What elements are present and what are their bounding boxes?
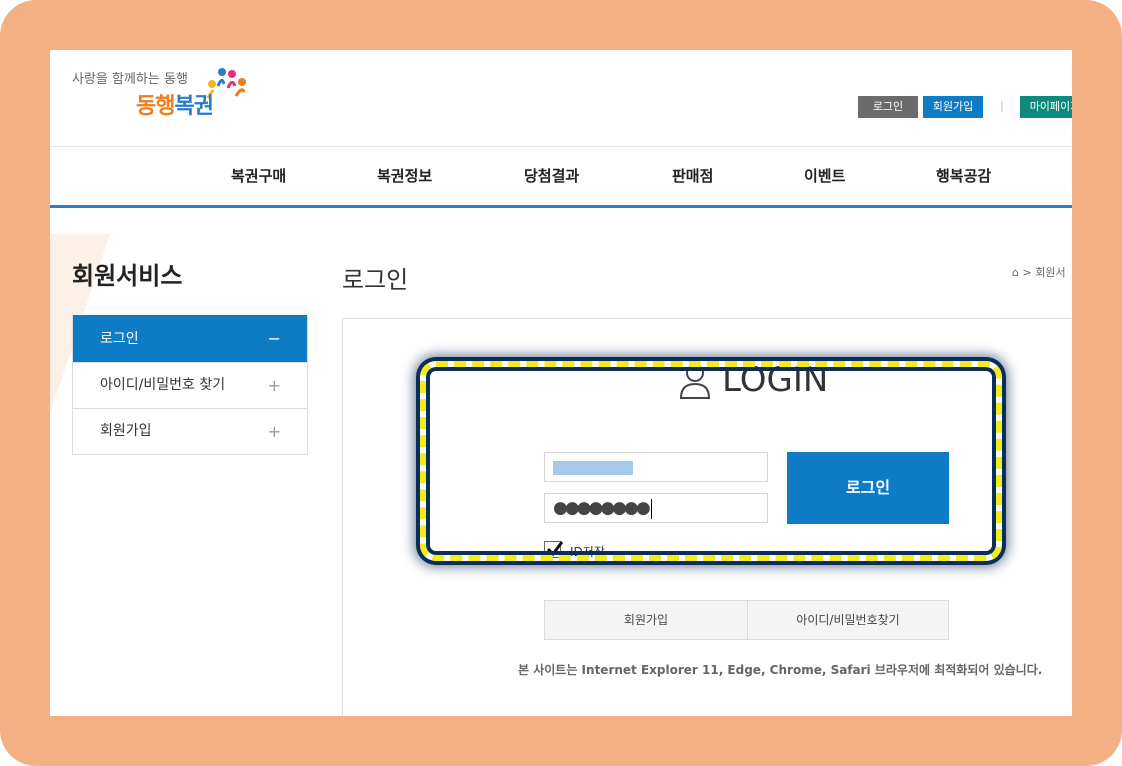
logo-text-part2: 복권 bbox=[174, 94, 213, 119]
nav-item-stores[interactable]: 판매점 bbox=[672, 165, 713, 186]
breadcrumb-current[interactable]: 회원서 bbox=[1035, 266, 1065, 279]
breadcrumb: ⌂ > 회원서 bbox=[1012, 264, 1066, 280]
sidebar-menu: 로그인 − 아이디/비밀번호 찾기 + 회원가입 + bbox=[72, 315, 308, 455]
nav-item-info[interactable]: 복권정보 bbox=[377, 165, 432, 186]
nav-item-events[interactable]: 이벤트 bbox=[804, 165, 845, 186]
sidebar-item-join[interactable]: 회원가입 + bbox=[73, 408, 307, 454]
page-title: 로그인 bbox=[342, 266, 409, 294]
site-logo[interactable]: 동행복권 bbox=[136, 88, 214, 120]
plus-icon: + bbox=[267, 422, 281, 441]
breadcrumb-separator: > bbox=[1022, 266, 1032, 279]
top-join-button[interactable]: 회원가입 bbox=[923, 96, 983, 118]
nav-item-results[interactable]: 당첨결과 bbox=[524, 165, 579, 186]
minus-icon: − bbox=[267, 329, 281, 348]
sidebar-title: 회원서비스 bbox=[72, 262, 183, 290]
browser-notice: 본 사이트는 Internet Explorer 11, Edge, Chrom… bbox=[518, 663, 1043, 677]
find-account-button[interactable]: 아이디/비밀번호찾기 bbox=[748, 601, 948, 639]
top-separator: | bbox=[1000, 99, 1004, 112]
top-login-button[interactable]: 로그인 bbox=[858, 96, 918, 118]
sidebar-item-login[interactable]: 로그인 − bbox=[73, 315, 307, 362]
site-tagline: 사랑을 함께하는 동행 bbox=[72, 72, 188, 87]
sub-button-group: 회원가입 아이디/비밀번호찾기 bbox=[544, 600, 949, 640]
highlight-annotation bbox=[420, 361, 1002, 561]
presentation-frame: 사랑을 함께하는 동행 동행복권 로그인 회원가입 | 마이페이지 복권구매 복… bbox=[0, 0, 1122, 766]
sidebar-item-find-account[interactable]: 아이디/비밀번호 찾기 + bbox=[73, 362, 307, 408]
nav-item-purchase[interactable]: 복권구매 bbox=[231, 165, 286, 186]
nav-item-happiness[interactable]: 행복공감 bbox=[936, 165, 991, 186]
sidebar-item-label: 회원가입 bbox=[100, 423, 152, 439]
home-icon[interactable]: ⌂ bbox=[1012, 266, 1019, 279]
top-mypage-button[interactable]: 마이페이지 bbox=[1020, 96, 1072, 118]
join-button[interactable]: 회원가입 bbox=[545, 601, 748, 639]
sidebar-item-label: 아이디/비밀번호 찾기 bbox=[100, 377, 226, 393]
main-nav: 복권구매 복권정보 당첨결과 판매점 이벤트 행복공감 bbox=[50, 146, 1072, 208]
plus-icon: + bbox=[267, 376, 281, 395]
sidebar-item-label: 로그인 bbox=[100, 331, 139, 347]
logo-text-part1: 동행 bbox=[136, 94, 175, 119]
